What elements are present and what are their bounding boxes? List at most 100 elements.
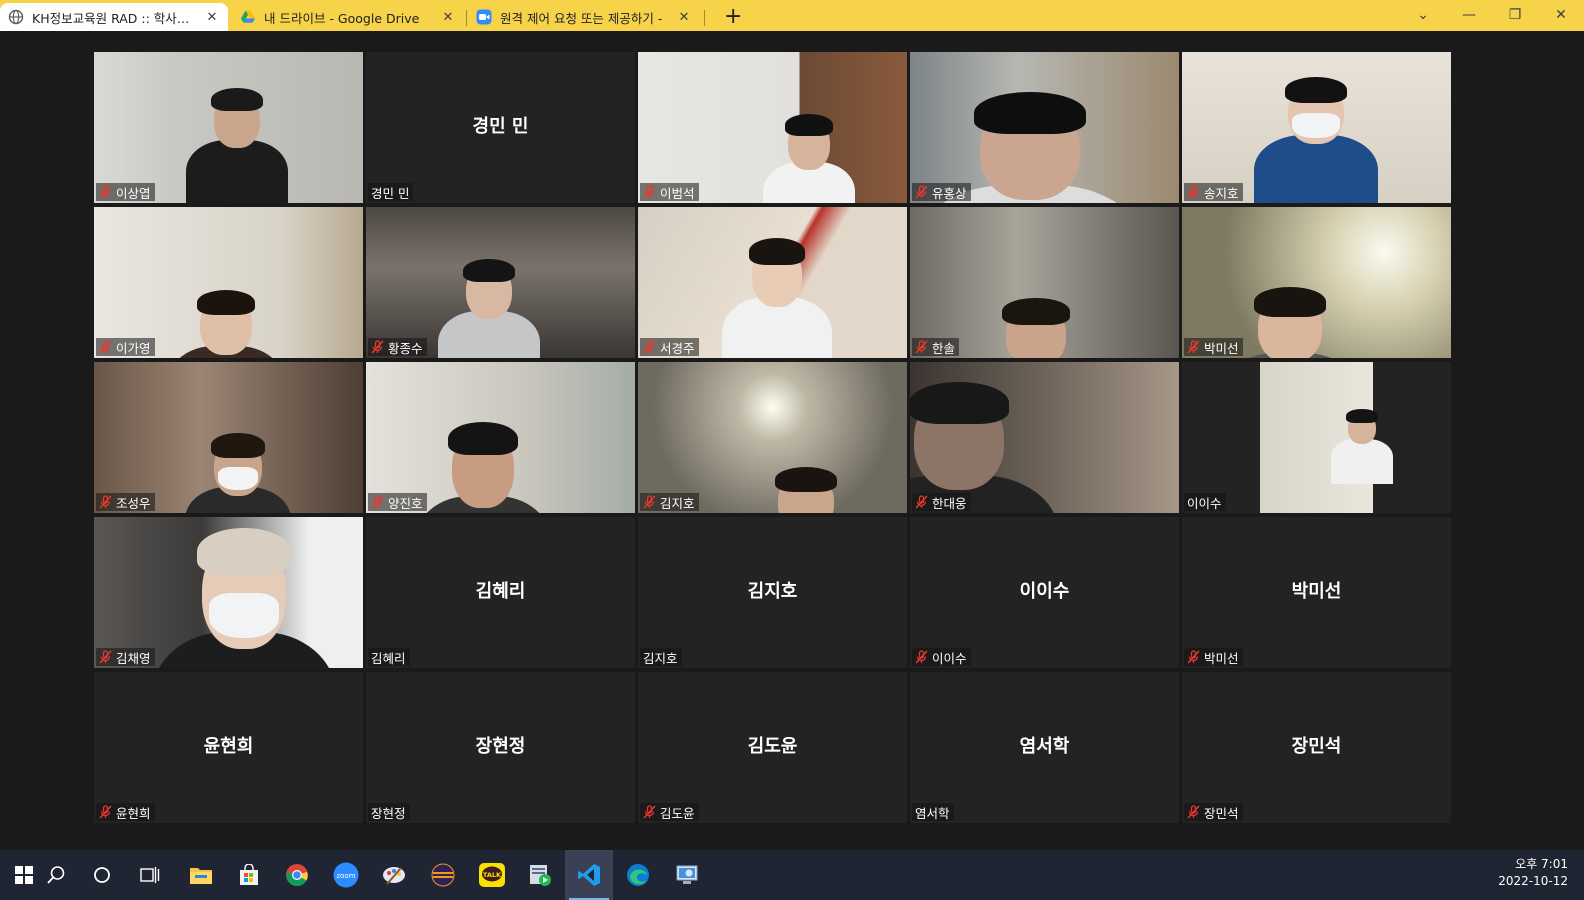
participant-display-name: 이이수: [1019, 581, 1070, 602]
participant-tile[interactable]: 김채영: [94, 517, 363, 668]
participant-video: [94, 517, 363, 668]
participant-name: 김지호: [660, 495, 695, 511]
participant-hair: [785, 113, 833, 136]
participant-tile[interactable]: 장현정 장현정: [366, 672, 635, 823]
participant-display-name: 염서학: [1019, 736, 1070, 757]
participant-name: 경민 민: [371, 185, 410, 201]
zoom-icon: [476, 9, 492, 25]
kakaotalk-icon[interactable]: TALK: [468, 850, 516, 900]
vscode-icon[interactable]: [565, 850, 613, 900]
muted-mic-icon: [99, 185, 112, 199]
participant-hair: [1254, 287, 1326, 317]
participant-tile[interactable]: 김지호 김지호: [638, 517, 907, 668]
restore-icon[interactable]: ❐: [1492, 3, 1538, 27]
participant-hair: [448, 421, 518, 456]
browser-tab-zoom-remote[interactable]: 원격 제어 요청 또는 제공하기 - ✕: [468, 3, 700, 31]
participant-hair: [749, 237, 805, 265]
participant-tile[interactable]: 이상엽: [94, 52, 363, 203]
participant-body: [1254, 134, 1378, 203]
task-view-icon[interactable]: [126, 850, 174, 900]
participant-video: [366, 362, 635, 513]
participant-tile[interactable]: 김지호: [638, 362, 907, 513]
participant-tile[interactable]: 송지호: [1182, 52, 1451, 203]
face-mask: [208, 593, 280, 638]
media-app-icon[interactable]: [516, 850, 564, 900]
participant-tile[interactable]: 서경주: [638, 207, 907, 358]
participant-name: 장민석: [1204, 805, 1239, 821]
participant-video: [910, 207, 1179, 358]
muted-mic-icon: [99, 340, 112, 354]
paint-app-icon[interactable]: [370, 850, 418, 900]
participant-name: 김혜리: [371, 650, 406, 666]
participant-tile[interactable]: 김도윤 김도윤: [638, 672, 907, 823]
participant-name-label: 송지호: [1184, 183, 1243, 201]
browser-tab-haksa[interactable]: KH정보교육원 RAD :: 학사관리 ✕: [0, 3, 228, 31]
participant-tile[interactable]: 한대웅: [910, 362, 1179, 513]
participant-hair: [463, 258, 515, 283]
participant-tile[interactable]: 이가영: [94, 207, 363, 358]
muted-mic-icon: [1187, 340, 1200, 354]
participant-name: 김지호: [643, 650, 678, 666]
face-mask: [217, 467, 259, 491]
participant-tile[interactable]: 유홍상: [910, 52, 1179, 203]
participant-tile[interactable]: 한솔: [910, 207, 1179, 358]
new-tab-button[interactable]: +: [724, 4, 742, 30]
participant-name-label: 장민석: [1184, 803, 1243, 821]
participant-name-label: 박미선: [1184, 338, 1243, 356]
participant-name: 이가영: [116, 340, 151, 356]
close-tab-icon[interactable]: ✕: [204, 10, 220, 25]
participant-name-label: 한대웅: [912, 493, 971, 511]
muted-mic-icon: [99, 495, 112, 509]
participant-display-name: 김혜리: [475, 581, 526, 602]
globe-icon: [8, 9, 24, 25]
participant-name-label: 경민 민: [368, 183, 414, 201]
muted-mic-icon: [1187, 650, 1200, 664]
close-window-icon[interactable]: ✕: [1538, 3, 1584, 27]
participant-tile[interactable]: 조성우: [94, 362, 363, 513]
remote-support-icon[interactable]: [663, 850, 711, 900]
file-explorer-icon[interactable]: [177, 850, 225, 900]
close-tab-icon[interactable]: ✕: [676, 10, 692, 25]
search-icon[interactable]: [32, 850, 80, 900]
close-tab-icon[interactable]: ✕: [440, 10, 456, 25]
participant-video: [638, 52, 907, 203]
participant-display-name: 장현정: [475, 736, 526, 757]
participant-name-label: 조성우: [96, 493, 155, 511]
participant-tile[interactable]: 김혜리 김혜리: [366, 517, 635, 668]
microsoft-store-icon[interactable]: [225, 850, 273, 900]
participant-tile[interactable]: 이범석: [638, 52, 907, 203]
participant-tile[interactable]: 염서학 염서학: [910, 672, 1179, 823]
participant-tile[interactable]: 양진호: [366, 362, 635, 513]
muted-mic-icon: [643, 495, 656, 509]
participant-tile[interactable]: 윤현희 윤현희: [94, 672, 363, 823]
participant-tile[interactable]: 이이수 이이수: [910, 517, 1179, 668]
edge-icon[interactable]: [614, 850, 662, 900]
cortana-icon[interactable]: [78, 850, 126, 900]
kakaotalk-label: TALK: [483, 871, 502, 879]
participant-tile[interactable]: 경민 민 경민 민: [366, 52, 635, 203]
chrome-icon[interactable]: [273, 850, 321, 900]
participant-video: [910, 52, 1179, 203]
zoom-gallery: 이상엽 경민 민 경민 민 이범석 유홍상송지호이가영 황종수 서경주 한솔박미선조성우 양진호…: [0, 31, 1584, 850]
system-clock[interactable]: 오후 7:01 2022-10-12: [1498, 856, 1568, 890]
participant-display-name: 김지호: [747, 581, 798, 602]
muted-mic-icon: [915, 185, 928, 199]
zoom-app-label: zoom: [336, 872, 355, 880]
participant-name: 이이수: [1187, 495, 1222, 511]
muted-mic-icon: [1187, 185, 1200, 199]
minimize-icon[interactable]: —: [1446, 3, 1492, 27]
participant-video: [910, 362, 1179, 513]
participant-hair: [1284, 77, 1348, 104]
participant-tile[interactable]: 황종수: [366, 207, 635, 358]
eclipse-icon[interactable]: [419, 850, 467, 900]
participant-tile[interactable]: 박미선: [1182, 207, 1451, 358]
tab-search-chevron-icon[interactable]: ⌄: [1400, 3, 1446, 27]
browser-tab-google-drive[interactable]: 내 드라이브 - Google Drive ✕: [232, 3, 464, 31]
participant-tile[interactable]: 장민석 장민석: [1182, 672, 1451, 823]
participant-tile[interactable]: 이이수: [1182, 362, 1451, 513]
zoom-app-icon[interactable]: zoom: [322, 850, 370, 900]
muted-mic-icon: [643, 805, 656, 819]
participant-name: 황종수: [388, 340, 423, 356]
participant-tile[interactable]: 박미선 박미선: [1182, 517, 1451, 668]
participant-hair: [910, 382, 1010, 424]
